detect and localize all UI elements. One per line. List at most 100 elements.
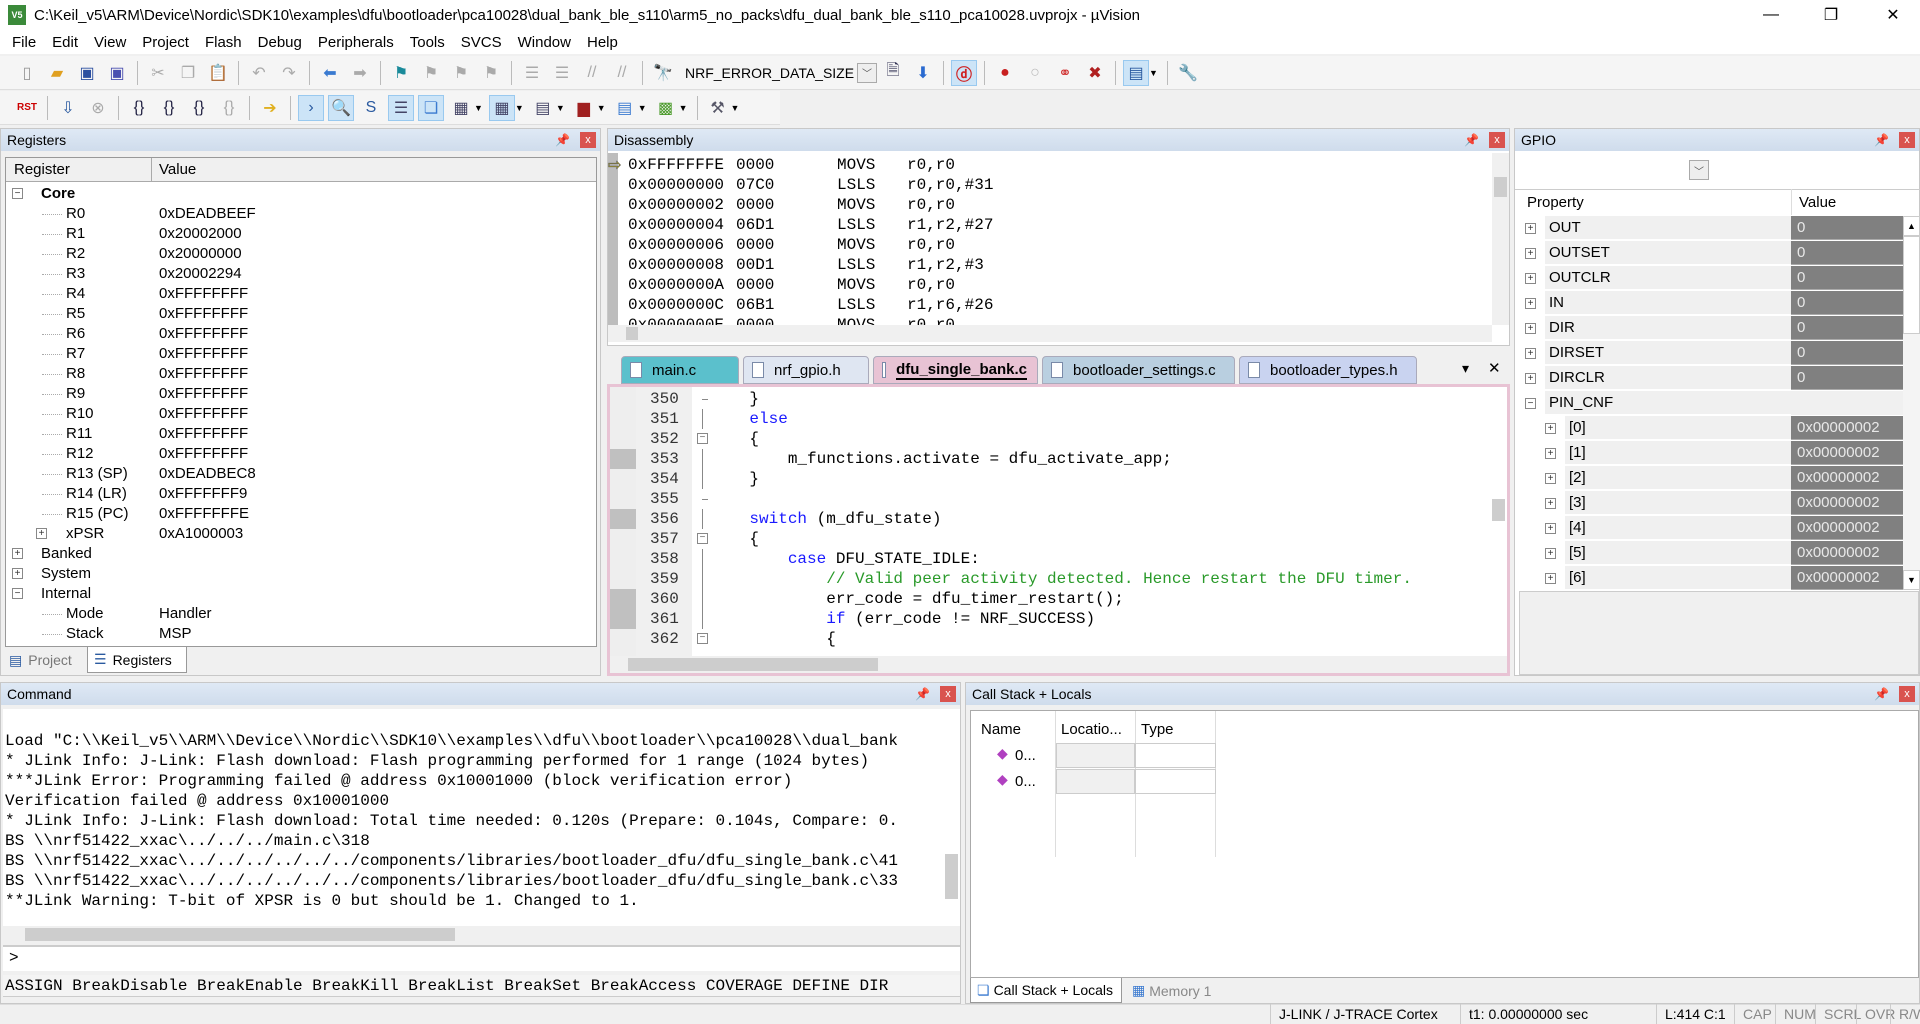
pin-icon[interactable]: 📌 <box>1874 687 1889 701</box>
collapse-icon[interactable]: − <box>12 188 23 199</box>
dropdown-arrow-icon[interactable]: ▼ <box>679 103 688 113</box>
register-row[interactable]: − Internal <box>6 584 596 604</box>
code-line[interactable]: 350 } <box>610 389 1490 409</box>
step-over-icon[interactable]: {} <box>156 95 182 121</box>
editor-tab[interactable]: nrf_gpio.h <box>743 356 869 384</box>
menu-help[interactable]: Help <box>579 34 626 51</box>
open-file-icon[interactable]: ▰ <box>44 60 70 86</box>
close-icon[interactable]: x <box>580 132 596 148</box>
register-row[interactable]: R3 0x20002294 <box>6 264 596 284</box>
dropdown-arrow-icon[interactable]: ▼ <box>474 103 483 113</box>
dropdown-arrow-icon[interactable]: ▼ <box>556 103 565 113</box>
collapse-icon[interactable]: − <box>1525 398 1536 409</box>
disassembly-row[interactable]: 0x00000006 0000 MOVS r0,r0 <box>608 235 1488 255</box>
find-in-files-icon[interactable]: 🔭 <box>650 60 676 86</box>
disassembly-row[interactable]: 0x00000008 00D1 LSLS r1,r2,#3 <box>608 255 1488 275</box>
close-icon[interactable]: x <box>1899 686 1915 702</box>
gpio-property-value[interactable]: 0 <box>1791 241 1903 265</box>
minimize-button[interactable]: — <box>1748 0 1794 30</box>
gpio-property-value[interactable]: 0 <box>1791 291 1903 315</box>
menu-peripherals[interactable]: Peripherals <box>310 34 402 51</box>
gpio-property-value[interactable]: 0x00000002 <box>1791 541 1903 565</box>
pin-icon[interactable]: 📌 <box>1464 133 1479 147</box>
gpio-row[interactable]: + DIRSET 0 <box>1515 341 1903 366</box>
column-header-name[interactable]: Name <box>981 721 1021 738</box>
fold-collapse-icon[interactable]: − <box>697 533 708 544</box>
menu-flash[interactable]: Flash <box>197 34 250 51</box>
disassembly-row[interactable]: 0x00000000 07C0 LSLS r0,r0,#31 <box>608 175 1488 195</box>
menu-view[interactable]: View <box>86 34 134 51</box>
register-row[interactable]: R6 0xFFFFFFFF <box>6 324 596 344</box>
disassembly-row[interactable]: ⇨ 0xFFFFFFFE 0000 MOVS r0,r0 <box>608 155 1488 175</box>
watch-window-icon[interactable]: ▦ <box>448 95 474 121</box>
gpio-row[interactable]: + OUTCLR 0 <box>1515 266 1903 291</box>
code-line[interactable]: 353 m_functions.activate = dfu_activate_… <box>610 449 1490 469</box>
callstack-row[interactable]: ◆ 0... <box>971 769 1217 795</box>
expand-icon[interactable]: + <box>1525 348 1536 359</box>
gpio-property-value[interactable]: 0x00000002 <box>1791 516 1903 540</box>
registers-window-icon[interactable]: ☰ <box>388 94 414 121</box>
disassembly-window-icon[interactable]: 🔍 <box>328 94 354 121</box>
run-to-cursor-icon[interactable]: {} <box>216 95 242 121</box>
expand-icon[interactable]: + <box>1545 548 1556 559</box>
maximize-button[interactable]: ❐ <box>1808 0 1854 30</box>
expand-icon[interactable]: + <box>1545 573 1556 584</box>
expand-icon[interactable]: + <box>12 548 23 559</box>
menu-svcs[interactable]: SVCS <box>453 34 510 51</box>
chevron-down-icon[interactable]: ﹀ <box>857 62 877 83</box>
save-all-icon[interactable]: ▣ <box>104 60 130 86</box>
gpio-row[interactable]: + IN 0 <box>1515 291 1903 316</box>
gpio-property-value[interactable]: 0x00000002 <box>1791 566 1903 590</box>
scroll-up-icon[interactable]: ▲ <box>1903 216 1920 236</box>
step-into-icon[interactable]: {} <box>126 95 152 121</box>
copy-icon[interactable]: ❐ <box>175 60 201 86</box>
gpio-row[interactable]: + [5] 0x00000002 <box>1515 541 1903 566</box>
pin-icon[interactable]: 📌 <box>1874 133 1889 147</box>
dropdown-arrow-icon[interactable]: ▼ <box>597 103 606 113</box>
tab-project[interactable]: ▤ Project <box>3 647 83 673</box>
gpio-select-dropdown[interactable]: ﹀ <box>1689 160 1709 180</box>
close-icon[interactable]: x <box>940 686 956 702</box>
system-viewer-icon[interactable]: ▩ <box>653 95 679 121</box>
expand-icon[interactable]: + <box>1525 223 1536 234</box>
disassembly-row[interactable]: 0x0000000A 0000 MOVS r0,r0 <box>608 275 1488 295</box>
register-row[interactable]: Stack MSP <box>6 624 596 644</box>
cut-icon[interactable]: ✂ <box>145 60 171 86</box>
editor-tab[interactable]: dfu_single_bank.c <box>873 356 1038 384</box>
navigate-back-icon[interactable]: ⬅ <box>317 60 343 86</box>
find-icon[interactable]: 🗎 <box>880 60 906 86</box>
gpio-property-value[interactable]: 0 <box>1791 341 1903 365</box>
editor-tab[interactable]: bootloader_types.h <box>1239 356 1417 384</box>
scroll-down-icon[interactable]: ▼ <box>1903 570 1920 590</box>
gpio-row[interactable]: + [1] 0x00000002 <box>1515 441 1903 466</box>
debug-session-icon[interactable]: ⓓ <box>951 59 977 86</box>
editor-horizontal-scrollbar[interactable] <box>610 656 1507 673</box>
menu-tools[interactable]: Tools <box>402 34 453 51</box>
expand-icon[interactable]: + <box>1545 523 1556 534</box>
register-row[interactable]: R4 0xFFFFFFFF <box>6 284 596 304</box>
gpio-row[interactable]: + [3] 0x00000002 <box>1515 491 1903 516</box>
clear-bookmarks-icon[interactable]: ⚑ <box>478 60 504 86</box>
command-vertical-scrollbar[interactable] <box>943 709 960 926</box>
disable-all-breakpoints-icon[interactable]: ⚭ <box>1052 60 1078 86</box>
disassembly-row[interactable]: 0x0000000E 0000 MOVS r0,r0 <box>608 315 1488 325</box>
tab-memory-1[interactable]: ▦ Memory 1 <box>1126 978 1224 1003</box>
code-line[interactable]: 358 case DFU_STATE_IDLE: <box>610 549 1490 569</box>
kill-all-breakpoints-icon[interactable]: ✖ <box>1082 60 1108 86</box>
code-line[interactable]: 360 err_code = dfu_timer_restart(); <box>610 589 1490 609</box>
fold-collapse-icon[interactable]: − <box>697 633 708 644</box>
stop-icon[interactable]: ⊗ <box>85 95 111 121</box>
expand-icon[interactable]: + <box>1525 373 1536 384</box>
column-header-location[interactable]: Locatio... <box>1061 721 1122 738</box>
gpio-property-value[interactable]: 0 <box>1791 316 1903 340</box>
register-row[interactable]: + Banked <box>6 544 596 564</box>
memory-window-icon[interactable]: ▦ <box>488 94 515 121</box>
code-line[interactable]: 361 if (err_code != NRF_SUCCESS) <box>610 609 1490 629</box>
window-layout-icon[interactable]: ▤ <box>1123 59 1149 86</box>
undo-icon[interactable]: ↶ <box>246 60 272 86</box>
gpio-property-value[interactable]: 0x00000002 <box>1791 466 1903 490</box>
step-out-icon[interactable]: {} <box>186 95 212 121</box>
symbols-window-icon[interactable]: S <box>358 95 384 121</box>
gpio-row[interactable]: + OUT 0 <box>1515 216 1903 241</box>
column-header-property[interactable]: Property <box>1527 194 1584 211</box>
